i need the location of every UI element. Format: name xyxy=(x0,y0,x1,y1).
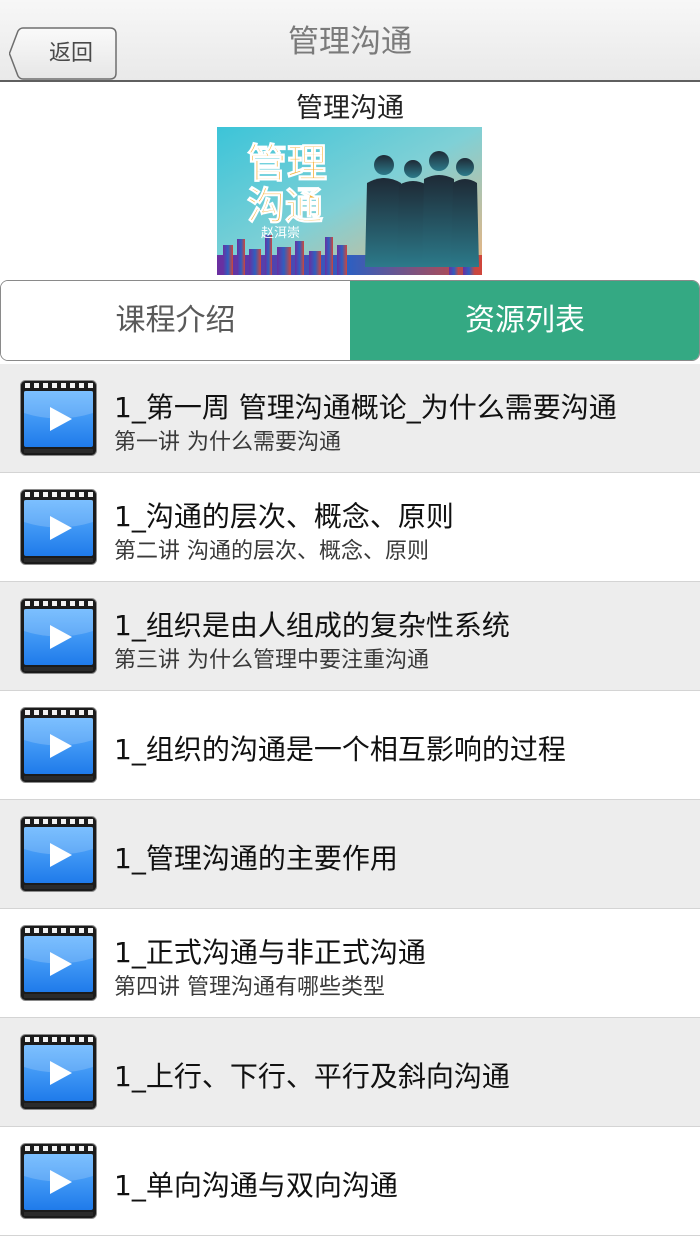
tab-course-intro[interactable]: 课程介绍 xyxy=(1,281,350,360)
list-item[interactable]: 1_第一周 管理沟通概论_为什么需要沟通 第一讲 为什么需要沟通 xyxy=(0,364,700,473)
resource-list: 1_第一周 管理沟通概论_为什么需要沟通 第一讲 为什么需要沟通 1_沟通的层次… xyxy=(0,364,700,1236)
video-icon xyxy=(20,489,97,565)
video-icon xyxy=(20,380,97,456)
video-icon xyxy=(20,707,97,783)
video-icon xyxy=(20,1143,97,1219)
back-button-label: 返回 xyxy=(48,41,93,66)
item-subtitle: 第二讲 沟通的层次、概念、原则 xyxy=(114,539,429,564)
video-icon xyxy=(20,1034,97,1110)
item-title: 1_上行、下行、平行及斜向沟通 xyxy=(114,1060,510,1093)
page-title: 管理沟通 xyxy=(288,24,412,60)
list-item[interactable]: 1_组织是由人组成的复杂性系统 第三讲 为什么管理中要注重沟通 xyxy=(0,582,700,691)
cover-author: 赵洱崇 xyxy=(261,226,300,241)
list-item[interactable]: 1_管理沟通的主要作用 xyxy=(0,800,700,909)
back-button[interactable]: 返回 xyxy=(9,27,117,80)
list-item[interactable]: 1_正式沟通与非正式沟通 第四讲 管理沟通有哪些类型 xyxy=(0,909,700,1018)
list-item[interactable]: 1_沟通的层次、概念、原则 第二讲 沟通的层次、概念、原则 xyxy=(0,473,700,582)
item-subtitle: 第三讲 为什么管理中要注重沟通 xyxy=(114,648,429,673)
item-title: 1_组织是由人组成的复杂性系统 xyxy=(114,609,510,642)
tab-bar: 课程介绍 资源列表 xyxy=(0,280,700,361)
course-cover-image: 管理 沟通 赵洱崇 xyxy=(217,127,482,275)
video-icon xyxy=(20,598,97,674)
navigation-bar: 返回 管理沟通 xyxy=(0,0,700,82)
tab-resource-list[interactable]: 资源列表 xyxy=(350,281,699,360)
item-title: 1_第一周 管理沟通概论_为什么需要沟通 xyxy=(114,391,617,424)
item-title: 1_沟通的层次、概念、原则 xyxy=(114,500,454,533)
item-title: 1_单向沟通与双向沟通 xyxy=(114,1169,398,1202)
item-title: 1_正式沟通与非正式沟通 xyxy=(114,936,426,969)
item-title: 1_管理沟通的主要作用 xyxy=(114,842,398,875)
cover-title-line1: 管理 xyxy=(247,141,327,187)
course-title: 管理沟通 xyxy=(296,93,404,124)
item-subtitle: 第一讲 为什么需要沟通 xyxy=(114,430,341,455)
list-item[interactable]: 1_单向沟通与双向沟通 xyxy=(0,1127,700,1236)
cover-title-line2: 沟通 xyxy=(247,184,323,228)
item-subtitle: 第四讲 管理沟通有哪些类型 xyxy=(114,975,385,1000)
video-icon xyxy=(20,925,97,1001)
list-item[interactable]: 1_组织的沟通是一个相互影响的过程 xyxy=(0,691,700,800)
item-title: 1_组织的沟通是一个相互影响的过程 xyxy=(114,733,566,766)
course-cover-artwork: 管理 沟通 赵洱崇 xyxy=(217,127,482,275)
list-item[interactable]: 1_上行、下行、平行及斜向沟通 xyxy=(0,1018,700,1127)
video-icon xyxy=(20,816,97,892)
